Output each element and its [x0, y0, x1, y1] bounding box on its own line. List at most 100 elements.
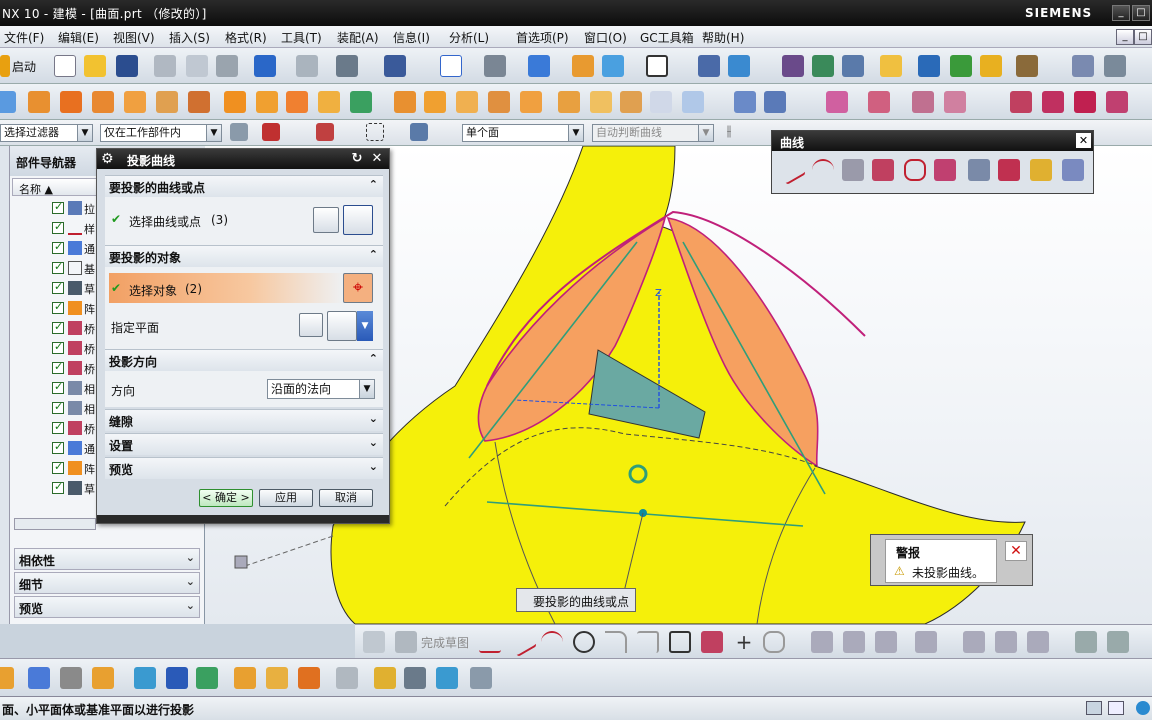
- chevron-down-icon[interactable]: ⌄: [186, 551, 195, 564]
- drawing-icon[interactable]: [436, 667, 458, 689]
- pattern-curve-icon[interactable]: [963, 631, 985, 653]
- menu-help[interactable]: 帮助(H): [702, 29, 744, 46]
- move-icon[interactable]: [698, 55, 720, 77]
- tree-row[interactable]: 相: [24, 398, 102, 418]
- tree-row[interactable]: 相: [24, 378, 102, 398]
- array-icon[interactable]: [286, 91, 308, 113]
- tree-row[interactable]: 拉: [24, 198, 102, 218]
- arc-icon[interactable]: [812, 159, 834, 181]
- crosshair-icon[interactable]: ⌖: [343, 273, 373, 303]
- paste-icon[interactable]: [216, 55, 238, 77]
- render-style-icon[interactable]: [484, 55, 506, 77]
- direction-select[interactable]: 沿面的法向 ▼: [267, 379, 375, 399]
- menu-file[interactable]: 文件(F): [4, 29, 44, 46]
- chamfer-icon[interactable]: [637, 631, 659, 653]
- tree-row[interactable]: 通: [24, 438, 102, 458]
- shell-icon[interactable]: [488, 91, 510, 113]
- view-orient-icon[interactable]: [528, 55, 550, 77]
- globe-icon[interactable]: [1136, 701, 1150, 715]
- filter-settings-icon[interactable]: [230, 123, 248, 141]
- face-rule-icon[interactable]: [410, 123, 428, 141]
- line-icon[interactable]: [775, 154, 807, 186]
- start-icon[interactable]: [0, 55, 10, 77]
- studio-spline-icon[interactable]: [701, 631, 723, 653]
- visibility-checkbox[interactable]: [52, 420, 64, 434]
- trim-sheet-icon[interactable]: [912, 91, 934, 113]
- chevron-down-icon[interactable]: ▼: [206, 125, 221, 141]
- fit-view-icon[interactable]: [440, 55, 462, 77]
- cancel-button[interactable]: 取消: [319, 489, 373, 507]
- fillet-icon[interactable]: [605, 631, 627, 653]
- swept-icon[interactable]: [764, 91, 786, 113]
- finish-sketch-icon[interactable]: [395, 631, 417, 653]
- table-icon[interactable]: [1072, 55, 1094, 77]
- visibility-checkbox[interactable]: [52, 360, 64, 374]
- chevron-down-icon[interactable]: ⌄: [186, 575, 195, 588]
- bounded-plane-icon[interactable]: [868, 91, 890, 113]
- intersect-curve-icon[interactable]: [1042, 91, 1064, 113]
- section-objects-header[interactable]: 要投影的对象 ⌃: [105, 245, 383, 267]
- assembly-icon[interactable]: [918, 55, 940, 77]
- menu-assembly[interactable]: 装配(A): [337, 29, 379, 46]
- chevron-down-icon[interactable]: ⌄: [369, 460, 378, 473]
- visibility-checkbox[interactable]: [52, 240, 64, 254]
- curve-rule-select[interactable]: 自动判断曲线 ▼: [592, 124, 714, 142]
- point-icon[interactable]: [316, 123, 334, 141]
- visibility-checkbox[interactable]: [52, 440, 64, 454]
- pattern-icon[interactable]: [224, 91, 246, 113]
- background-icon[interactable]: [646, 55, 668, 77]
- chevron-down-icon[interactable]: ▼: [77, 125, 92, 141]
- section-gap-header[interactable]: 缝隙 ⌄: [105, 409, 383, 431]
- visibility-checkbox[interactable]: [52, 400, 64, 414]
- snap-point-icon[interactable]: [262, 123, 280, 141]
- constraint-icon[interactable]: [1075, 631, 1097, 653]
- offset-curve-icon[interactable]: [915, 631, 937, 653]
- ok-button[interactable]: < 确定 >: [199, 489, 253, 507]
- cube-icon[interactable]: [980, 55, 1002, 77]
- panel-preview[interactable]: 预览 ⌄: [14, 596, 200, 618]
- reference-set-icon[interactable]: [298, 667, 320, 689]
- hole-icon[interactable]: [60, 91, 82, 113]
- chevron-down-icon[interactable]: ▼: [698, 125, 713, 141]
- display-icon[interactable]: [602, 55, 624, 77]
- tree-row[interactable]: 阵: [24, 458, 102, 478]
- tree-row[interactable]: 桥: [24, 418, 102, 438]
- select-curve-label[interactable]: 选择曲线或点: [129, 213, 201, 230]
- section-preview-header[interactable]: 预览 ⌄: [105, 457, 383, 479]
- stop-at-intersection-icon[interactable]: ⫲: [720, 123, 738, 141]
- note-icon[interactable]: [880, 55, 902, 77]
- layer-settings-icon[interactable]: [812, 55, 834, 77]
- subtract-icon[interactable]: [350, 91, 372, 113]
- chamfer-icon[interactable]: [456, 91, 478, 113]
- tree-row[interactable]: 通: [24, 238, 102, 258]
- point-icon[interactable]: +: [733, 631, 755, 653]
- face-rule-select[interactable]: 单个面 ▼: [462, 124, 584, 142]
- finish-sketch-label[interactable]: 完成草图: [421, 634, 469, 651]
- tree-row[interactable]: 桥: [24, 318, 102, 338]
- copy-icon[interactable]: [186, 55, 208, 77]
- selection-scope-select[interactable]: 仅在工作部件内 ▼: [100, 124, 222, 142]
- resource-bar[interactable]: [0, 146, 10, 624]
- tree-row[interactable]: 草: [24, 278, 102, 298]
- arc-icon[interactable]: [541, 631, 563, 653]
- tree-row[interactable]: 阵: [24, 298, 102, 318]
- apply-button[interactable]: 应用: [259, 489, 313, 507]
- reset-icon[interactable]: ↻: [349, 151, 365, 167]
- edge-blend-icon[interactable]: [424, 91, 446, 113]
- spline-icon[interactable]: [872, 159, 894, 181]
- plane-dialog-icon[interactable]: [299, 313, 323, 337]
- attachment-icon[interactable]: [404, 667, 426, 689]
- chevron-up-icon[interactable]: ⌃: [369, 352, 378, 365]
- select-object-label[interactable]: 选择对象: [129, 282, 177, 299]
- tree-row[interactable]: 草: [24, 478, 102, 498]
- trim-body-icon[interactable]: [394, 91, 416, 113]
- column-header-name[interactable]: 名称 ▲: [12, 178, 100, 196]
- sew-icon[interactable]: [590, 91, 612, 113]
- filter-type-select[interactable]: 选择过滤器 ▼: [0, 124, 93, 142]
- inferred-plane-icon[interactable]: [327, 311, 357, 341]
- visibility-checkbox[interactable]: [52, 320, 64, 334]
- explode-icon[interactable]: [196, 667, 218, 689]
- chevron-down-icon[interactable]: ▼: [357, 311, 373, 341]
- new-file-icon[interactable]: [54, 55, 76, 77]
- select-rectangle-icon[interactable]: [366, 123, 384, 141]
